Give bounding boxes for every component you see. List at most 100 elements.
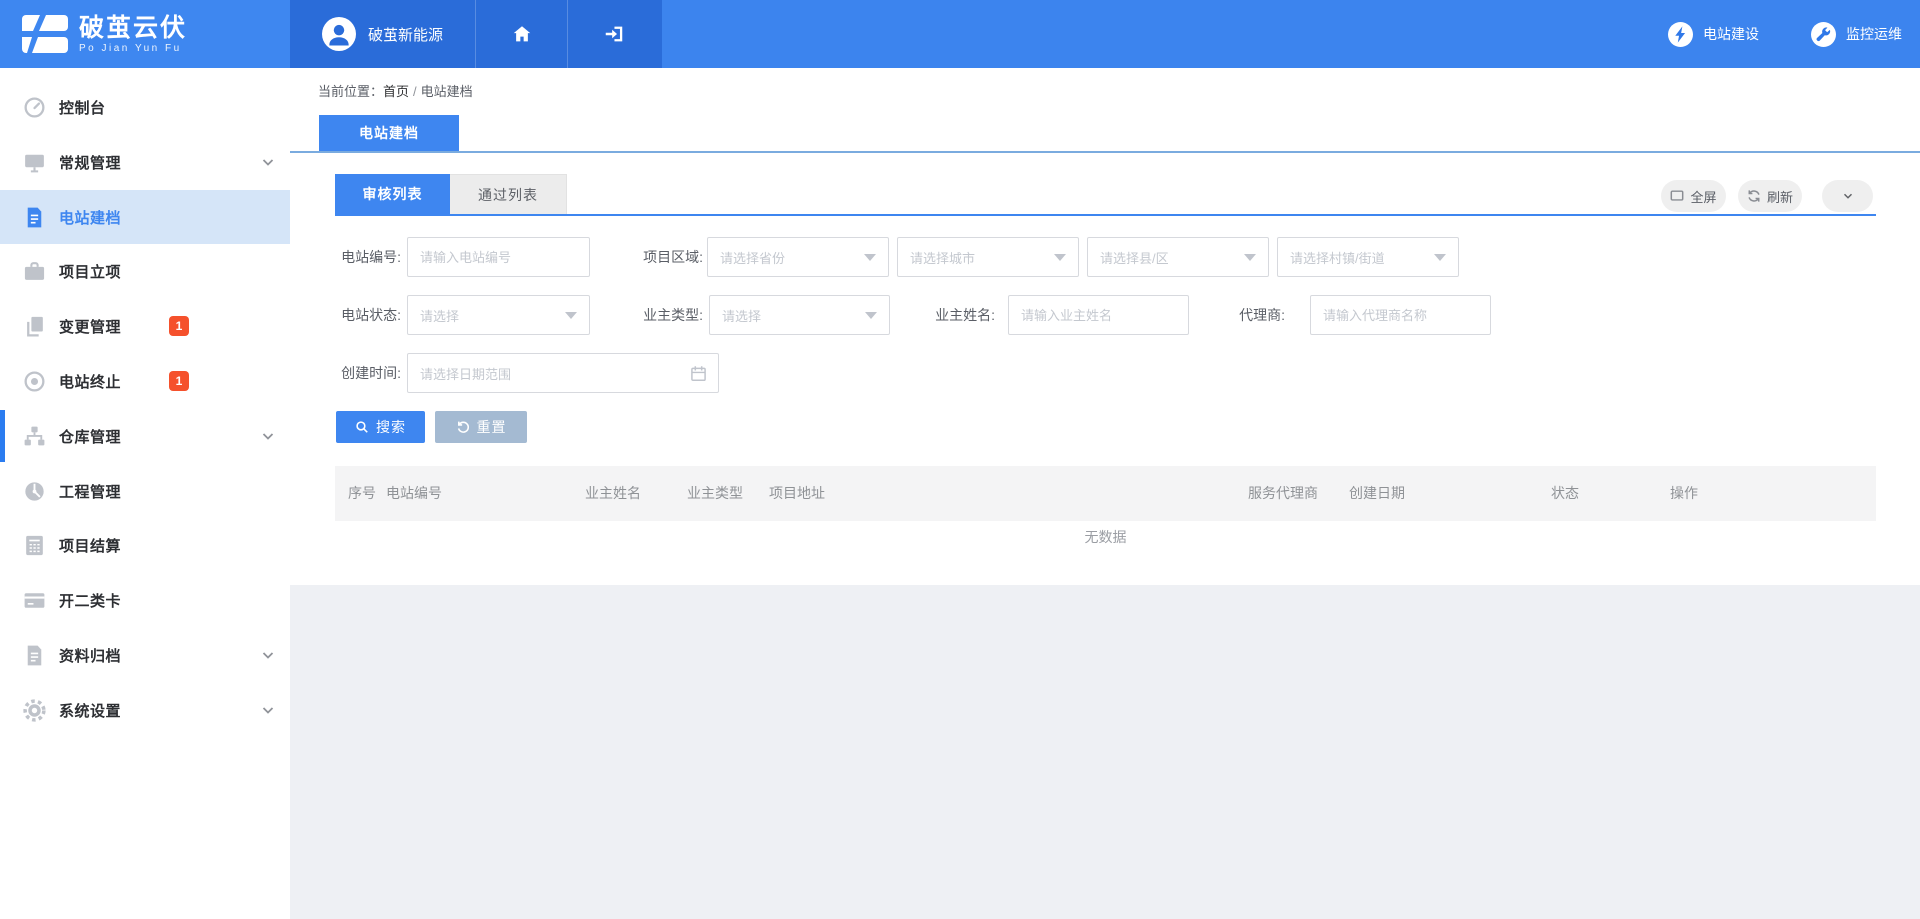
sidebar-item-station-termination[interactable]: 电站终止 1	[0, 354, 290, 408]
navbar-modes: 电站建设 监控运维	[1668, 0, 1902, 68]
sidebar-item-dashboard[interactable]: 控制台	[0, 80, 290, 134]
calculator-icon	[22, 533, 47, 558]
province-select[interactable]: 请选择省份	[707, 237, 889, 277]
caret-down-icon	[865, 312, 877, 319]
sign-out-icon	[603, 23, 625, 45]
reset-button[interactable]: 重置	[435, 411, 527, 443]
col-seq: 序号	[348, 466, 376, 521]
search-button[interactable]: 搜索	[336, 411, 425, 443]
city-select[interactable]: 请选择城市	[897, 237, 1079, 277]
mode-label: 监控运维	[1846, 24, 1902, 44]
sidebar-item-station-archive[interactable]: 电站建档	[0, 190, 290, 244]
sidebar-item-general-management[interactable]: 常规管理	[0, 135, 290, 189]
agent-field[interactable]	[1310, 295, 1491, 335]
fullscreen-icon	[1670, 189, 1684, 203]
company-name: 破茧新能源	[368, 24, 443, 45]
caret-down-icon	[864, 254, 876, 261]
file-icon	[22, 643, 47, 668]
agent-input[interactable]	[1311, 296, 1490, 334]
sidebar-item-engineering-management[interactable]: 工程管理	[0, 464, 290, 518]
main-content: 当前位置：首页/电站建档 电站建档 审核列表 通过列表 全屏 刷新	[290, 68, 1920, 919]
brand-title: 破茧云伏	[79, 15, 187, 41]
breadcrumb: 当前位置：首页/电站建档	[318, 81, 473, 100]
owner-name-field[interactable]	[1008, 295, 1189, 335]
sitemap-icon	[22, 424, 47, 449]
station-status-select[interactable]: 请选择	[407, 295, 590, 335]
mode-station-construction[interactable]: 电站建设	[1668, 22, 1759, 47]
region-label: 项目区域:	[636, 237, 703, 277]
col-created: 创建日期	[1349, 466, 1405, 521]
reset-icon	[456, 420, 470, 434]
gauge-icon	[22, 479, 47, 504]
sidebar-item-warehouse-management[interactable]: 仓库管理	[0, 409, 290, 463]
county-select[interactable]: 请选择县/区	[1087, 237, 1269, 277]
chevron-down-icon	[1841, 189, 1855, 203]
tab-review-list[interactable]: 审核列表	[335, 174, 450, 214]
top-navbar: 破茧云伏 Po Jian Yun Fu 破茧新能源	[0, 0, 1920, 68]
col-address: 项目地址	[769, 466, 825, 521]
col-station-no: 电站编号	[386, 466, 442, 521]
date-range-picker[interactable]: 请选择日期范围	[407, 353, 719, 393]
breadcrumb-prefix: 当前位置：	[318, 84, 383, 99]
navbar-active-section: 破茧新能源	[290, 0, 662, 68]
caret-down-icon	[1054, 254, 1066, 261]
fullscreen-button[interactable]: 全屏	[1661, 180, 1726, 212]
sidebar-item-project-settlement[interactable]: 项目结算	[0, 518, 290, 572]
caret-down-icon	[1434, 254, 1446, 261]
badge-count: 1	[169, 371, 189, 391]
station-no-input[interactable]	[408, 238, 589, 276]
owner-type-select[interactable]: 请选择	[709, 295, 890, 335]
col-owner-type: 业主类型	[687, 466, 743, 521]
briefcase-icon	[22, 259, 47, 284]
sidebar-item-change-management[interactable]: 变更管理 1	[0, 299, 290, 353]
sidebar-item-data-archive[interactable]: 资料归档	[0, 628, 290, 682]
refresh-button[interactable]: 刷新	[1738, 180, 1802, 212]
table-header: 序号 电站编号 业主姓名 业主类型 项目地址 服务代理商 创建日期 状态 操作	[335, 466, 1876, 521]
chevron-down-icon	[260, 702, 276, 718]
collapse-button[interactable]	[1822, 180, 1873, 212]
station-status-label: 电站状态:	[335, 295, 401, 335]
home-icon	[511, 23, 533, 45]
sidebar-item-system-settings[interactable]: 系统设置	[0, 683, 290, 737]
lightning-icon	[1668, 22, 1693, 47]
owner-name-label: 业主姓名:	[925, 295, 995, 335]
badge-count: 1	[169, 316, 189, 336]
wrench-icon	[1811, 22, 1836, 47]
logout-button[interactable]	[568, 0, 660, 68]
mode-monitoring-ops[interactable]: 监控运维	[1811, 22, 1902, 47]
sidebar-item-type2-card[interactable]: 开二类卡	[0, 573, 290, 627]
col-owner-name: 业主姓名	[585, 466, 641, 521]
search-icon	[355, 420, 369, 434]
credit-card-icon	[22, 588, 47, 613]
refresh-icon	[1747, 189, 1761, 203]
sidebar-item-project-initiation[interactable]: 项目立项	[0, 244, 290, 298]
user-avatar-icon	[322, 17, 356, 51]
brand: 破茧云伏 Po Jian Yun Fu	[0, 0, 290, 68]
dashboard-icon	[22, 95, 47, 120]
sidebar: 控制台 常规管理 电站建档 项目立项 变更管理 1 电站终止 1	[0, 68, 290, 919]
owner-name-input[interactable]	[1009, 296, 1188, 334]
page-tab-station-archive[interactable]: 电站建档	[319, 115, 459, 151]
mode-label: 电站建设	[1703, 24, 1759, 44]
breadcrumb-home-link[interactable]: 首页	[383, 84, 409, 99]
pages-icon	[22, 314, 47, 339]
tab-underline	[335, 214, 1876, 216]
tab-passed-list[interactable]: 通过列表	[450, 174, 567, 214]
chevron-down-icon	[260, 154, 276, 170]
brand-subtitle: Po Jian Yun Fu	[79, 43, 187, 54]
col-agent: 服务代理商	[1248, 466, 1318, 521]
empty-state: 无数据	[335, 527, 1876, 547]
caret-down-icon	[1244, 254, 1256, 261]
station-no-field[interactable]	[407, 237, 590, 277]
target-icon	[22, 369, 47, 394]
agent-label: 代理商:	[1230, 295, 1285, 335]
chevron-down-icon	[260, 647, 276, 663]
home-button[interactable]	[476, 0, 568, 68]
col-actions: 操作	[1670, 466, 1698, 521]
col-status: 状态	[1551, 466, 1579, 521]
caret-down-icon	[565, 312, 577, 319]
town-select[interactable]: 请选择村镇/街道	[1277, 237, 1459, 277]
user-menu[interactable]: 破茧新能源	[290, 0, 476, 68]
calendar-icon	[690, 365, 707, 382]
logo-icon	[20, 13, 70, 55]
